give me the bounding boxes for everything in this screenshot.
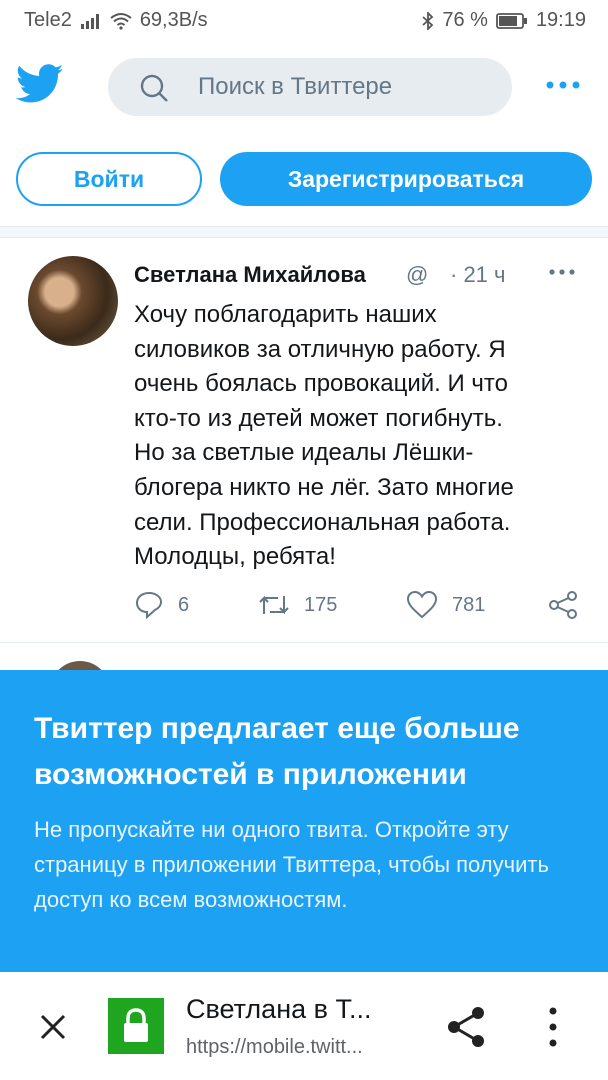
- twitter-bird-icon[interactable]: [16, 64, 64, 104]
- retweet-action[interactable]: 175: [258, 590, 337, 620]
- twitter-header: Поиск в Твиттере: [0, 42, 608, 132]
- page-title[interactable]: Светлана в Т...: [186, 994, 371, 1025]
- login-button[interactable]: Войти: [16, 152, 202, 206]
- carrier-label: Tele2: [24, 9, 72, 31]
- banner-title: Твиттер предлагает еще больше возможност…: [34, 712, 520, 791]
- lock-icon[interactable]: [108, 998, 164, 1054]
- section-divider: [0, 226, 608, 238]
- search-bar[interactable]: Поиск в Твиттере: [108, 58, 512, 116]
- avatar[interactable]: [28, 256, 118, 346]
- tweet-more-icon[interactable]: [548, 268, 576, 276]
- tweet[interactable]: Светлана Михайлова @ · 21 ч Хочу поблаго…: [0, 238, 608, 643]
- browser-bottom-bar: Светлана в Т... https://mobile.twitt...: [0, 972, 608, 1080]
- tweet-text: Хочу поблагодарить наших силовиков за от…: [134, 301, 514, 571]
- share-action[interactable]: [548, 590, 578, 620]
- menu-icon[interactable]: [546, 1006, 560, 1048]
- reply-action[interactable]: 6: [134, 590, 189, 620]
- network-speed: 69,3B/s: [139, 9, 208, 31]
- tweet-time[interactable]: · 21 ч: [450, 262, 505, 288]
- reply-count: 6: [178, 593, 190, 616]
- bluetooth-icon: [422, 11, 434, 30]
- reply-icon: [135, 591, 163, 620]
- search-icon: [140, 74, 168, 102]
- banner-text: Не пропускайте ни одного твита. Откройте…: [34, 817, 549, 912]
- status-bar: Tele2 69,3B/s 76 % 19:19: [0, 0, 608, 42]
- heart-icon: [406, 590, 438, 619]
- battery-percent: 76 %: [442, 9, 488, 31]
- like-count: 781: [452, 593, 486, 616]
- search-placeholder: Поиск в Твиттере: [198, 73, 393, 100]
- clock: 19:19: [535, 9, 586, 31]
- tweet-author[interactable]: Светлана Михайлова: [134, 262, 366, 288]
- signup-button[interactable]: Зарегистрироваться: [220, 152, 592, 206]
- tweet-handle[interactable]: @: [406, 262, 428, 288]
- share-icon[interactable]: [446, 1006, 486, 1048]
- share-icon: [549, 591, 577, 619]
- retweet-count: 175: [304, 593, 338, 616]
- like-action[interactable]: 781: [406, 590, 485, 620]
- app-promo-banner[interactable]: Твиттер предлагает еще больше возможност…: [0, 670, 608, 972]
- next-tweet-partial[interactable]: [0, 643, 608, 673]
- page-url[interactable]: https://mobile.twitt...: [186, 1036, 363, 1059]
- retweet-icon: [259, 595, 289, 615]
- more-icon[interactable]: [546, 80, 580, 90]
- close-icon[interactable]: [36, 1010, 70, 1044]
- wifi-icon: [110, 12, 132, 30]
- battery-icon: [496, 12, 527, 29]
- signal-icon: [80, 13, 99, 29]
- tweet-actions: 6 175 781: [134, 590, 584, 630]
